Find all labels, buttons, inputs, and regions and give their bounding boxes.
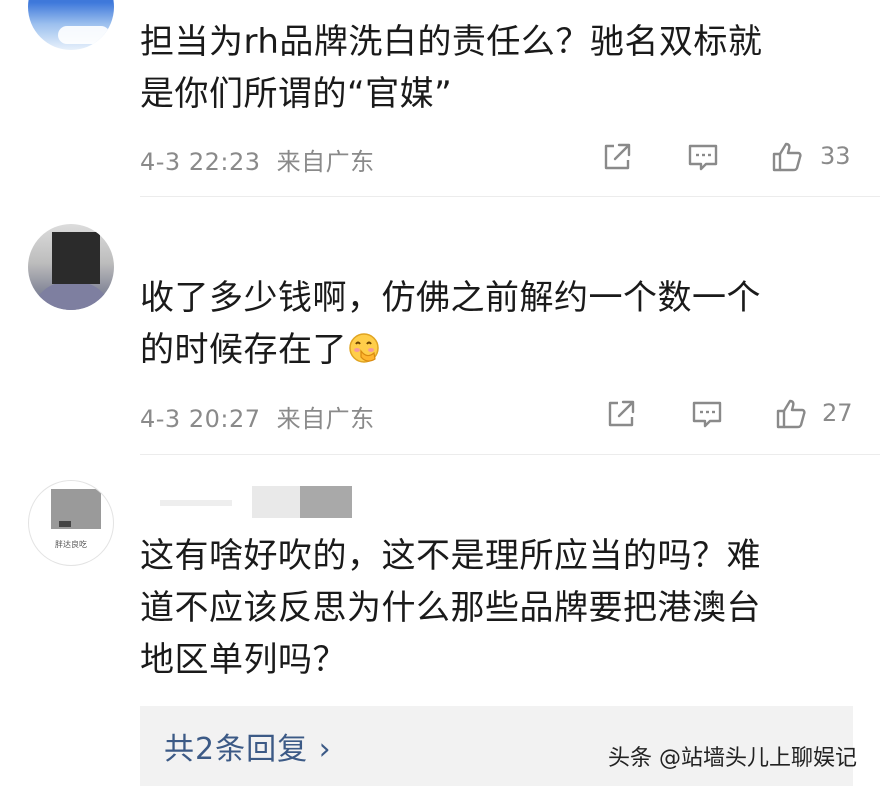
- comment-text: 这有啥好吹的，这不是理所应当的吗？难 道不应该反思为什么那些品牌要把港澳台 地区…: [140, 536, 761, 680]
- username-censor: [300, 486, 352, 518]
- comment-text-body: 收了多少钱啊，仿佛之前解约一个数一个 的时候存在了: [140, 278, 761, 370]
- comment-location: 来自广东: [276, 405, 375, 433]
- avatar-caption: 胖达良吃: [55, 540, 87, 549]
- comment-icon[interactable]: [690, 397, 724, 431]
- avatar[interactable]: [28, 224, 114, 310]
- comment-meta: 4-3 22:23 来自广东: [140, 142, 375, 177]
- avatar[interactable]: [28, 0, 114, 50]
- divider: [140, 454, 880, 455]
- share-icon[interactable]: [600, 140, 634, 174]
- comment-icon[interactable]: [686, 140, 720, 174]
- face-with-hand-over-mouth-icon: [349, 333, 379, 363]
- watermark: 头条 @站墙头儿上聊娱记: [608, 746, 857, 771]
- avatar-figure: [32, 282, 112, 310]
- divider: [140, 196, 880, 197]
- replies-label[interactable]: 共2条回复 ›: [164, 724, 332, 768]
- comment-location: 来自广东: [276, 148, 375, 176]
- username-censor: [252, 486, 300, 518]
- comment-date: 4-3 22:23: [140, 148, 261, 176]
- comment-text: 收了多少钱啊，仿佛之前解约一个数一个 的时候存在了: [140, 272, 840, 376]
- comment-meta: 4-3 20:27 来自广东: [140, 399, 375, 434]
- avatar-censor-block: [52, 232, 100, 284]
- avatar[interactable]: 胖达良吃: [28, 480, 114, 566]
- comment-text: 担当为rh品牌洗白的责任么？驰名双标就 是你们所谓的“官媒”: [140, 22, 763, 114]
- like-count: 33: [820, 142, 851, 170]
- share-icon[interactable]: [604, 397, 638, 431]
- username-censor: [160, 500, 232, 506]
- comment-feed: 担当为rh品牌洗白的责任么？驰名双标就 是你们所谓的“官媒” 4-3 22:23…: [0, 0, 880, 789]
- comment-actions: 27: [604, 397, 860, 433]
- comment-actions: 33: [600, 140, 860, 176]
- avatar-mark: [59, 521, 71, 527]
- comment-date: 4-3 20:27: [140, 405, 261, 433]
- like-icon[interactable]: [770, 140, 804, 174]
- like-icon[interactable]: [774, 397, 808, 431]
- avatar-cloud: [58, 26, 110, 44]
- like-count: 27: [822, 399, 853, 427]
